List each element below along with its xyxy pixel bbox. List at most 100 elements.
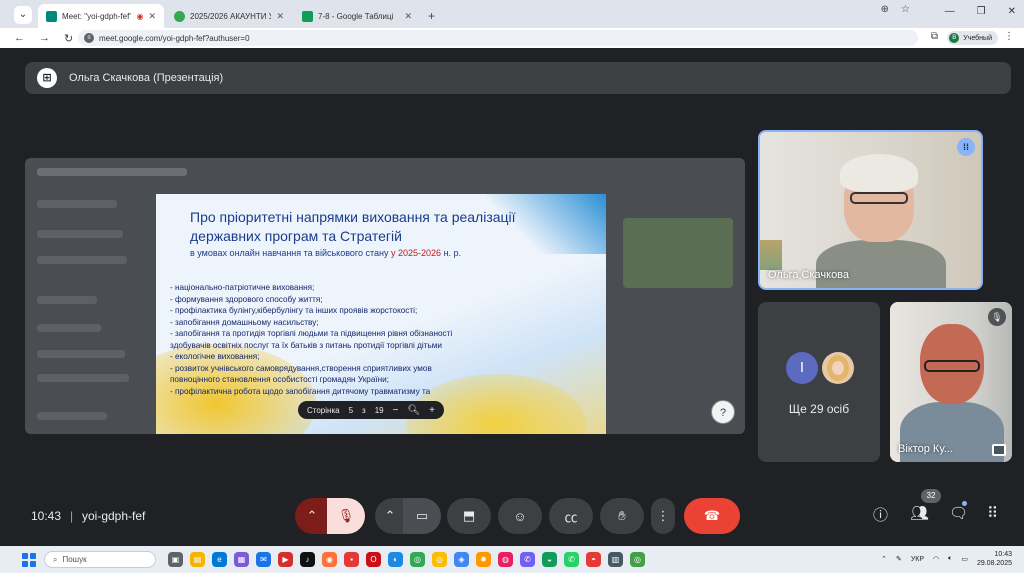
- captions-button[interactable]: ㏄: [549, 498, 593, 534]
- viber-icon[interactable]: ✆: [520, 552, 535, 567]
- close-tab-icon[interactable]: ✕: [276, 11, 284, 22]
- site-info-icon[interactable]: ≡: [84, 33, 94, 43]
- mic-toggle-button[interactable]: 🎙︎: [327, 498, 365, 534]
- back-icon[interactable]: ←: [14, 32, 25, 44]
- mail-icon[interactable]: ✉: [256, 552, 271, 567]
- chat-icon[interactable]: 🗨︎: [949, 504, 968, 522]
- profile-chip[interactable]: В Учебный: [947, 31, 998, 45]
- participant-name: Віктор Ку...: [898, 443, 953, 455]
- app-icon[interactable]: ▥: [608, 552, 623, 567]
- reload-icon[interactable]: ↻: [64, 32, 73, 45]
- address-toolbar: ← → ↻ ≡ meet.google.com/yoi-gdph-fef?aut…: [0, 28, 1024, 48]
- app-icon[interactable]: ✹: [476, 552, 491, 567]
- system-tray: ⌃ ✎ УКР ◠ 🔈︎ ▭ 10:43 29.08.2025: [881, 550, 1012, 568]
- slide-bullet: здобувачів освітніх послуг та їх батьків…: [170, 340, 442, 350]
- meeting-info-icon[interactable]: ⓘ: [873, 504, 888, 525]
- close-window-icon[interactable]: ✕: [1008, 6, 1016, 17]
- activities-icon[interactable]: ⠿: [987, 504, 998, 522]
- video-options-button[interactable]: ⌃: [375, 498, 405, 534]
- raise-hand-button[interactable]: ✋︎: [600, 498, 644, 534]
- tab-search-button[interactable]: ⌄: [14, 6, 32, 24]
- tab-sheets[interactable]: 7-8 - Google Таблиці ✕: [294, 4, 420, 28]
- volume-icon[interactable]: 🔈︎: [948, 555, 952, 563]
- slide-bullet: - формування здорового способу життя;: [170, 294, 323, 304]
- tab-accounts[interactable]: 2025/2026 АКАУНТИ УЧНІВ - ✕: [166, 4, 292, 28]
- present-screen-icon: ⬒: [462, 508, 476, 523]
- slide-title: Про пріоритетні напрямки виховання та ре…: [190, 209, 516, 244]
- presenter-title: Ольга Скачкова (Презентація): [69, 72, 224, 84]
- forward-icon[interactable]: →: [39, 32, 50, 44]
- tray-chevron-icon[interactable]: ⌃: [881, 555, 887, 563]
- more-options-button[interactable]: ⋮: [651, 498, 675, 534]
- participants-count-badge: 32: [921, 489, 941, 503]
- whatsapp-icon[interactable]: ✆: [564, 552, 579, 567]
- leave-call-button[interactable]: ☎︎: [684, 498, 740, 534]
- chrome-icon[interactable]: ◎: [432, 552, 447, 567]
- presentation-stage: Про пріоритетні напрямки виховання та ре…: [25, 158, 745, 434]
- people-icon[interactable]: 👥︎: [910, 504, 929, 522]
- audio-options-button[interactable]: ⌃: [295, 498, 329, 534]
- help-icon[interactable]: ?: [711, 400, 735, 424]
- app-icon[interactable]: ◈: [454, 552, 469, 567]
- recording-icon: ◉: [136, 11, 144, 21]
- emoji-icon: ☺: [513, 508, 527, 524]
- participant-tile[interactable]: 🎙︎ Віктор Ку...: [890, 302, 1012, 462]
- opera-icon[interactable]: O: [366, 552, 381, 567]
- tab-meet[interactable]: Meet: "yoi-gdph-fef" ◉ ✕: [38, 4, 164, 28]
- slide-bullet: - розвиток учнівського самоврядування,ст…: [170, 363, 432, 373]
- app-icon[interactable]: ▪: [344, 552, 359, 567]
- call-controls: 10:43 | yoi-gdph-fef ⌃ 🎙︎ ⌃ ▭ ⬒ ☺ ㏄ ✋︎ ⋮…: [12, 489, 1022, 536]
- tiktok-icon[interactable]: ♪: [300, 552, 315, 567]
- reactions-button[interactable]: ☺: [498, 498, 542, 534]
- battery-icon[interactable]: ▭: [961, 555, 968, 563]
- language-indicator[interactable]: УКР: [911, 556, 924, 563]
- slide-bullet: - екологічне виховання;: [170, 352, 260, 361]
- participant-tile-main[interactable]: ⁞⁞ Ольга Скачкова: [758, 130, 983, 290]
- windows-start-icon[interactable]: [22, 553, 36, 567]
- app-icon[interactable]: ◓: [586, 552, 601, 567]
- chrome-icon[interactable]: ◎: [630, 552, 645, 567]
- restore-icon[interactable]: ❐: [977, 6, 986, 17]
- app-icon[interactable]: ◐: [388, 552, 403, 567]
- edge-icon[interactable]: e: [212, 552, 227, 567]
- youtube-icon[interactable]: ▶: [278, 552, 293, 567]
- app-icon[interactable]: ◍: [498, 552, 513, 567]
- more-participants-tile[interactable]: І Ще 29 осіб: [758, 302, 880, 462]
- participant-avatar: І: [786, 352, 818, 384]
- mic-off-icon: 🎙︎: [337, 508, 355, 523]
- zoom-icon[interactable]: 🔍︎: [407, 405, 420, 416]
- present-button[interactable]: ⬒: [447, 498, 491, 534]
- pip-icon[interactable]: [992, 444, 1006, 456]
- wifi-icon[interactable]: ◠: [933, 555, 939, 563]
- url-bar[interactable]: ≡ meet.google.com/yoi-gdph-fef?authuser=…: [78, 30, 918, 46]
- firefox-icon[interactable]: ◉: [322, 552, 337, 567]
- close-tab-icon[interactable]: ✕: [404, 11, 412, 22]
- slide-bullet: повноцінного становлення особистості гро…: [170, 375, 390, 384]
- meet-window: ⊞ Ольга Скачкова (Презентація) Про пріор…: [12, 48, 1022, 546]
- chrome-icon[interactable]: ◎: [410, 552, 425, 567]
- pen-icon[interactable]: ✎: [896, 555, 902, 563]
- store-icon[interactable]: ▦: [234, 552, 249, 567]
- slide-subtitle: в умовах онлайн навчання та військового …: [190, 248, 462, 258]
- taskbar-search[interactable]: ⌕ Пошук: [44, 551, 156, 568]
- taskbar-clock[interactable]: 10:43 29.08.2025: [977, 550, 1012, 568]
- camera-icon: ▭: [415, 508, 429, 523]
- new-tab-button[interactable]: +: [428, 9, 435, 23]
- presentation-icon: ⊞: [37, 68, 57, 88]
- task-view-icon[interactable]: ▣: [168, 552, 183, 567]
- minimize-icon[interactable]: —: [945, 6, 955, 17]
- app-icon[interactable]: ◒: [542, 552, 557, 567]
- zoom-in-icon[interactable]: +: [429, 405, 435, 416]
- slide-pager: Сторінка 5 з 19 − 🔍︎ +: [298, 401, 444, 419]
- more-participants-label: Ще 29 осіб: [788, 402, 850, 416]
- captions-icon: ㏄: [564, 509, 578, 525]
- extensions-icon[interactable]: ⧉: [931, 31, 938, 42]
- zoom-icon[interactable]: ⊕: [881, 4, 889, 15]
- bookmark-star-icon[interactable]: ☆: [901, 4, 910, 15]
- pager-current-page[interactable]: 5: [349, 406, 353, 415]
- browser-menu-icon[interactable]: ⋮: [1004, 31, 1014, 42]
- zoom-out-icon[interactable]: −: [393, 405, 399, 416]
- close-tab-icon[interactable]: ✕: [148, 11, 156, 22]
- file-explorer-icon[interactable]: ▤: [190, 552, 205, 567]
- camera-toggle-button[interactable]: ▭: [403, 498, 441, 534]
